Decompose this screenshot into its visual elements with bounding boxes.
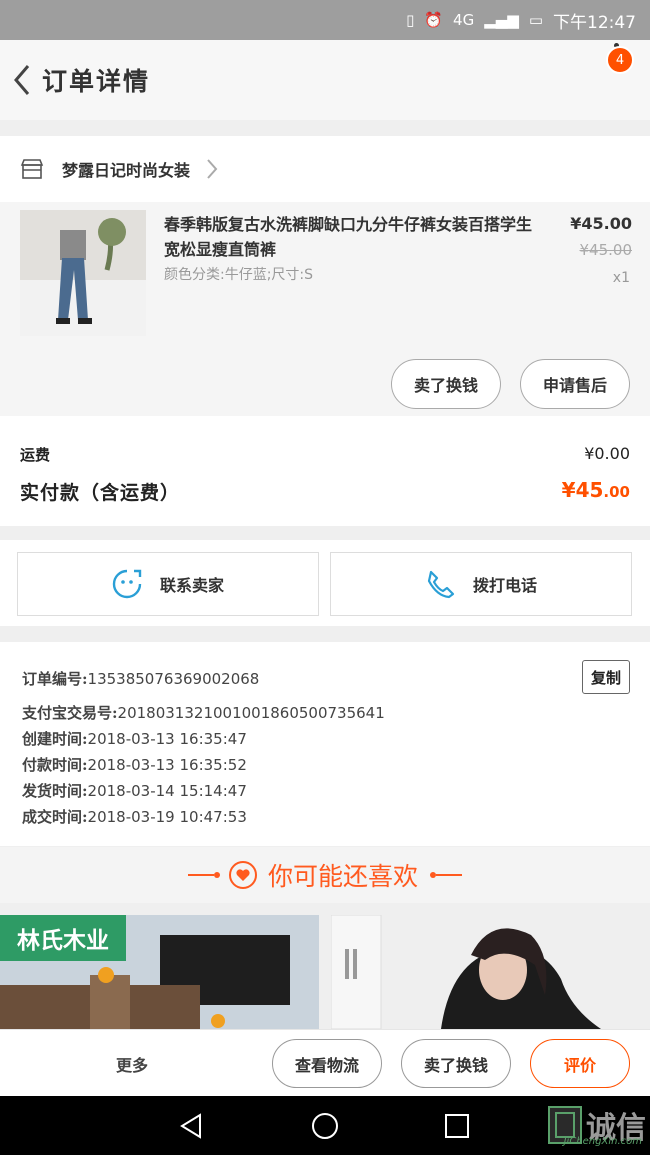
paid-integer: 45	[575, 478, 604, 502]
order-info: 订单编号:135385076369002068 复制 支付宝交易号:201803…	[0, 642, 650, 846]
recommend-item-jacket[interactable]	[331, 915, 650, 1029]
recommend-item-furniture[interactable]: 林氏木业	[0, 915, 319, 1029]
product-thumbnail[interactable]	[20, 210, 146, 336]
created-time: 2018-03-13 16:35:47	[87, 730, 247, 748]
watermark-site: JiChengXin.com	[563, 1136, 642, 1147]
paid-value: ¥45.00	[562, 478, 630, 502]
nav-recents-icon[interactable]	[441, 1110, 473, 1142]
call-phone-button[interactable]: 拨打电话	[330, 552, 632, 616]
product-title[interactable]: 春季韩版复古水洗裤脚缺口九分牛仔裤女装百搭学生宽松显瘦直筒裤	[164, 212, 534, 262]
left-divider-icon	[187, 872, 220, 878]
shop-row[interactable]: 梦露日记时尚女装	[0, 136, 650, 202]
chevron-left-icon	[14, 65, 30, 95]
shop-name: 梦露日记时尚女装	[62, 161, 191, 180]
page-title: 订单详情	[42, 67, 151, 96]
alipay-label: 支付宝交易号:	[22, 704, 118, 722]
shipped-label: 发货时间:	[22, 782, 88, 800]
header: 订单详情	[0, 40, 650, 120]
order-item: 春季韩版复古水洗裤脚缺口九分牛仔裤女装百搭学生宽松显瘦直筒裤 颜色分类:牛仔蓝;…	[0, 202, 650, 416]
fee-summary: 运费 ¥0.00 实付款（含运费） ¥45.00	[0, 416, 650, 526]
shipped-time: 2018-03-14 15:14:47	[87, 782, 247, 800]
after-sale-button[interactable]: 申请售后	[520, 359, 630, 409]
brand-tag: 林氏木业	[0, 915, 126, 961]
contact-seller-label: 联系卖家	[159, 576, 224, 595]
created-label: 创建时间:	[22, 730, 88, 748]
heart-icon	[228, 861, 257, 889]
chat-face-icon	[112, 569, 142, 599]
alipay-line: 支付宝交易号:2018031321001001860500735641	[22, 702, 385, 723]
shipped-line: 发货时间:2018-03-14 15:14:47	[22, 780, 247, 801]
battery-icon: ▭	[528, 11, 543, 29]
order-number: 135385076369002068	[87, 670, 260, 688]
product-original-price: ¥45.00	[579, 241, 633, 259]
paid-line: 付款时间:2018-03-13 16:35:52	[22, 754, 247, 775]
phone-icon	[427, 570, 455, 599]
view-logistics-button[interactable]: 查看物流	[272, 1039, 382, 1088]
signal-icon: ▂▄▆	[484, 11, 519, 29]
created-line: 创建时间:2018-03-13 16:35:47	[22, 728, 247, 749]
sell-again-button[interactable]: 卖了换钱	[391, 359, 501, 409]
product-quantity: x1	[612, 270, 630, 286]
paid-label: 实付款（含运费）	[20, 482, 181, 504]
alarm-icon: ⏰	[424, 11, 444, 29]
paid-time: 2018-03-13 16:35:52	[87, 756, 247, 774]
paid-time-label: 付款时间:	[22, 756, 88, 774]
nav-back-icon[interactable]	[176, 1110, 208, 1142]
order-number-label: 订单编号:	[22, 670, 88, 688]
product-sku: 颜色分类:牛仔蓝;尺寸:S	[164, 267, 314, 283]
shop-icon	[20, 159, 44, 179]
copy-button[interactable]: 复制	[582, 660, 630, 694]
product-price: ¥45.00	[570, 214, 632, 233]
done-label: 成交时间:	[22, 808, 88, 826]
done-time: 2018-03-19 10:47:53	[87, 808, 247, 826]
status-bar: ▯ ⏰ 4G ▂▄▆ ▭ 下午12:47	[0, 0, 650, 40]
contact-area: 联系卖家 拨打电话	[0, 540, 650, 626]
vibrate-icon: ▯	[406, 11, 415, 29]
shipping-label: 运费	[20, 446, 51, 464]
network-type: 4G	[453, 11, 475, 29]
alipay-number: 2018031321001001860500735641	[117, 704, 385, 722]
more-button[interactable]: 更多	[116, 1052, 148, 1076]
status-time: 下午12:47	[553, 12, 636, 33]
done-line: 成交时间:2018-03-19 10:47:53	[22, 806, 247, 827]
recommend-title: 你可能还喜欢	[267, 862, 418, 891]
notification-badge: 4	[606, 46, 634, 74]
right-divider-icon	[430, 872, 462, 878]
contact-seller-button[interactable]: 联系卖家	[17, 552, 319, 616]
paid-symbol: ¥	[561, 478, 576, 502]
order-number-line: 订单编号:135385076369002068	[22, 668, 259, 689]
back-button[interactable]	[0, 40, 44, 120]
nav-home-icon[interactable]	[309, 1110, 341, 1142]
sell-button[interactable]: 卖了换钱	[401, 1039, 511, 1088]
bottom-action-bar: 更多 查看物流 卖了换钱 评价	[0, 1029, 650, 1096]
call-phone-label: 拨打电话	[472, 576, 537, 595]
paid-decimal: .00	[603, 483, 630, 501]
shipping-value: ¥0.00	[584, 444, 630, 463]
chevron-right-icon	[207, 159, 218, 179]
recommend-header: 你可能还喜欢	[0, 847, 650, 903]
system-nav-bar: 诚信 JiChengXin.com	[0, 1096, 650, 1155]
review-button[interactable]: 评价	[530, 1039, 630, 1088]
